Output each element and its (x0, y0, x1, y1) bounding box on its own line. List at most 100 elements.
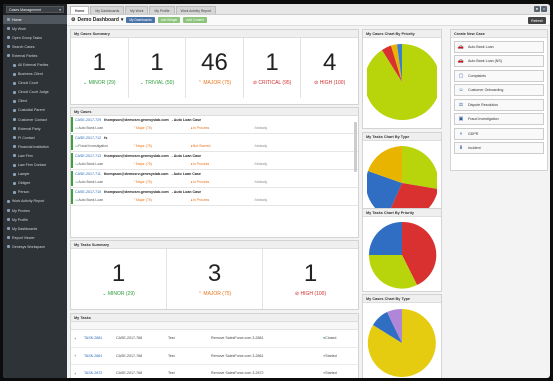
create-case-dispute-resolution-button[interactable]: ⚖ Dispute Resolution (454, 98, 544, 111)
task-row[interactable]: + TASK-2881 CASE-2017-768 Test Remove SalesF… (71, 330, 358, 348)
case-header: CASE-2017-713 thompson@demosrv.genesyslab… (75, 152, 358, 160)
create-case-complaints-button[interactable]: ▢ Complaints (454, 69, 544, 82)
tasks-by-priority-chart[interactable] (367, 219, 437, 291)
sidebar-item-fi-contact[interactable]: FI Contact (3, 133, 67, 142)
sidebar-item-person[interactable]: Person (3, 188, 67, 197)
sidebar-item-label: All External Parties (18, 63, 49, 68)
cases-summary-title: My Cases Summary (71, 30, 358, 38)
sidebar-item-custodial-parent[interactable]: Custodial Parent (3, 106, 67, 115)
case-id-link[interactable]: CASE-2017-710 (75, 190, 101, 194)
create-case-gdpr-button[interactable]: » GDPR (454, 127, 544, 140)
create-case-fraud-investigation-button[interactable]: ▣ Fraud Investigation (454, 113, 544, 125)
menu-icon (13, 99, 16, 103)
sidebar-item-financial-institution[interactable]: Financial Institution (3, 142, 67, 151)
summary-cell[interactable]: 1 ⊘ CRITICAL (95) (244, 38, 302, 98)
create-case-button-label: Complaints (468, 73, 486, 78)
summary-cell[interactable]: 1 ⌄ MINOR (29) (71, 38, 129, 98)
menu-icon (13, 145, 16, 149)
sidebar-item-my-proxies[interactable]: My Proxies (3, 206, 67, 215)
sidebar-item-my-work[interactable]: My Work (3, 24, 67, 33)
add-content-button[interactable]: Add Content (183, 17, 207, 23)
sidebar-item-search-cases[interactable]: Search Cases (3, 42, 67, 51)
case-row[interactable]: CASE-2017-729 thompson@demosrv.genesyslab… (71, 116, 358, 134)
sidebar-item-label: My Proxies (12, 208, 30, 213)
sidebar-item-label: Genesys Workspace (12, 244, 46, 249)
sidebar-item-external-parties[interactable]: External Parties (3, 51, 67, 60)
my-dashboards-button[interactable]: My Dashboards (126, 17, 155, 23)
summary-cell[interactable]: 1 ⌄ MINOR (29) (71, 249, 167, 309)
case-status-label: In Process (192, 180, 210, 184)
cases-by-type-chart[interactable] (367, 305, 437, 378)
sidebar-item-circuit-court-judge[interactable]: Circuit Court Judge (3, 88, 67, 97)
case-id-link[interactable]: CASE-2017-729 (75, 118, 101, 122)
dashboard-select[interactable]: ⚙ Demo Dashboard ▾ (71, 17, 123, 23)
user-icon[interactable]: ● (534, 6, 540, 12)
tab-work-activity-report[interactable]: Work Activity Report (175, 6, 217, 14)
create-case-auto-bank-loan-ns--button[interactable]: 🚗 Auto Bank Loan (NS) (454, 55, 544, 67)
summary-cell[interactable]: 3 ⌃ MAJOR (75) (167, 249, 263, 309)
sidebar-item-law-firm[interactable]: Law Firm (3, 151, 67, 160)
tab-my-work[interactable]: My Work (125, 6, 149, 14)
create-case-customer-onboarding-button[interactable]: ☺ Customer Onboarding (454, 84, 544, 96)
refresh-button[interactable]: Refresh (528, 17, 546, 24)
summary-cell[interactable]: 1 ⌄ TRIVIAL (50) (129, 38, 187, 98)
summary-cell[interactable]: 46 ⌃ MAJOR (75) (186, 38, 244, 98)
summary-label: ⌃ MAJOR (75) (198, 80, 231, 86)
cases-by-priority-panel: My Cases Chart By Priority (362, 29, 442, 129)
tab-home[interactable]: Home (70, 6, 90, 14)
case-row[interactable]: CASE-2017-712 fs ▭ Fraud Investigation ⌃ Ma… (71, 134, 358, 152)
tasks-by-type-title: My Tasks Chart By Type (363, 133, 441, 141)
add-widget-button[interactable]: Add Widget (157, 17, 181, 23)
sidebar-item-report-viewer[interactable]: Report Viewer (3, 233, 67, 242)
create-case-incident-button[interactable]: ⬇ Incident (454, 142, 544, 154)
sidebar-item-circuit-court[interactable]: Circuit Court (3, 79, 67, 88)
summary-cell[interactable]: 4 ⊘ HIGH (100) (301, 38, 358, 98)
task-id-link[interactable]: TASK-2881 (74, 336, 116, 340)
task-case: CASE-2017-768 (116, 371, 143, 376)
case-id-link[interactable]: CASE-2017-711 (75, 172, 101, 176)
case-owner: ◌ Nobody (253, 126, 303, 130)
case-id-link[interactable]: CASE-2017-713 (75, 154, 101, 158)
sidebar-item-client[interactable]: Client (3, 97, 67, 106)
task-row[interactable]: + TASK-2872 CASE-2017-768 Test Remove SalesF… (71, 365, 358, 378)
menu-icon (7, 209, 10, 213)
close-icon[interactable]: × (541, 6, 547, 12)
sidebar-item-obligee[interactable]: Obligee (3, 179, 67, 188)
workspace-select[interactable]: Cases Management ▾ (6, 6, 64, 13)
sidebar-item-my-profile[interactable]: My Profile (3, 215, 67, 224)
folder-icon: ▢ (458, 72, 464, 79)
sidebar-item-law-firm-contact[interactable]: Law Firm Contact (3, 161, 67, 170)
sidebar-item-customer-contact[interactable]: Customer Contact (3, 115, 67, 124)
sidebar-item-lawyer[interactable]: Lawyer (3, 170, 67, 179)
sidebar-item-genesys-workspace[interactable]: Genesys Workspace (3, 242, 67, 251)
sidebar-item-open-group-tasks[interactable]: Open Group Tasks (3, 33, 67, 42)
create-case-auto-bank-loan-button[interactable]: 🚗 Auto Bank Loan (454, 40, 544, 53)
case-priority: ⌃ Major (75) (133, 198, 191, 202)
case-type: ▭ Auto Bank Loan (75, 126, 133, 130)
summary-label: ⊘ HIGH (100) (314, 80, 345, 86)
task-status: ● Started (323, 371, 353, 375)
case-id-link[interactable]: CASE-2017-712 (75, 136, 101, 140)
tasks-table-header (71, 322, 358, 330)
case-row[interactable]: CASE-2017-710 thompson@demosrv.genesyslab… (71, 188, 358, 206)
summary-cell[interactable]: 1 ⊘ HIGH (100) (263, 249, 358, 309)
tab-my-profile[interactable]: My Profile (149, 6, 175, 14)
cases-scrollbar[interactable] (354, 122, 357, 172)
sidebar-item-my-dashboards[interactable]: My Dashboards (3, 224, 67, 233)
task-id-link[interactable]: TASK-2872 (74, 371, 116, 375)
sidebar-item-work-activity-report[interactable]: Work Activity Report (3, 197, 67, 206)
menu-icon (7, 18, 10, 22)
sidebar-item-label: Obligee (18, 181, 31, 186)
sidebar-item-business-client[interactable]: Business Client (3, 70, 67, 79)
sidebar-item-home[interactable]: Home (3, 15, 67, 25)
task-id-link[interactable]: TASK-2861 (74, 354, 116, 358)
cases-by-priority-chart[interactable] (367, 40, 437, 126)
case-row[interactable]: CASE-2017-713 thompson@demosrv.genesyslab… (71, 152, 358, 170)
sidebar-item-all-external-parties[interactable]: All External Parties (3, 60, 67, 69)
sidebar-item-external-party[interactable]: External Party (3, 124, 67, 133)
case-row[interactable]: CASE-2017-711 thompson@demosrv.genesyslab… (71, 170, 358, 188)
tab-my-dashboards[interactable]: My Dashboards (90, 6, 125, 14)
summary-count: 1 (265, 48, 279, 76)
task-row[interactable]: + TASK-2861 CASE-2017-768 Test Remove SalesF… (71, 348, 358, 365)
menu-icon (13, 72, 16, 76)
